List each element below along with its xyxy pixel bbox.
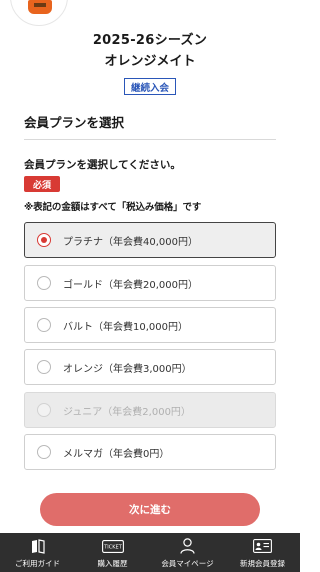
- club-logo-mark: [28, 0, 52, 14]
- radio-icon: [37, 403, 51, 417]
- renewal-badge: 継続入会: [124, 78, 176, 95]
- plan-label: プラチナ（年会費40,000円）: [63, 236, 198, 248]
- ticket-icon: TICKET: [101, 538, 124, 554]
- tab-guide[interactable]: ご利用ガイド: [0, 533, 75, 572]
- plan-option-mailmag[interactable]: メルマガ（年会費0円）: [24, 434, 276, 470]
- plan-label: オレンジ（年会費3,000円）: [63, 363, 192, 375]
- id-card-icon: [252, 538, 274, 554]
- plan-option-platinum[interactable]: プラチナ（年会費40,000円）: [24, 222, 276, 258]
- ticket-icon-text: TICKET: [103, 544, 122, 550]
- club-logo: [10, 0, 68, 26]
- tab-label: ご利用ガイド: [15, 559, 60, 568]
- radio-icon[interactable]: [37, 360, 51, 374]
- tab-purchase-history[interactable]: TICKET 購入履歴: [75, 533, 150, 572]
- plan-option-orange[interactable]: オレンジ（年会費3,000円）: [24, 349, 276, 385]
- tab-member-mypage[interactable]: 会員マイページ: [150, 533, 225, 572]
- required-badge: 必須: [24, 176, 60, 192]
- tab-label: 購入履歴: [97, 559, 128, 568]
- radio-icon[interactable]: [37, 233, 51, 247]
- tab-new-registration[interactable]: 新規会員登録: [225, 533, 300, 572]
- plan-label: ジュニア（年会費2,000円）: [63, 406, 191, 418]
- section-divider: [24, 139, 276, 140]
- member-type-title: オレンジメイト: [104, 54, 196, 69]
- tab-label: 新規会員登録: [240, 559, 285, 568]
- plan-label: メルマガ（年会費0円）: [63, 448, 170, 460]
- radio-icon[interactable]: [37, 276, 51, 290]
- radio-icon[interactable]: [37, 318, 51, 332]
- plan-label: バルト（年会費10,000円）: [63, 321, 188, 333]
- plan-label: ゴールド（年会費20,000円）: [63, 279, 198, 291]
- season-title: 2025-26シーズン: [92, 33, 208, 48]
- person-icon: [177, 538, 199, 554]
- book-icon: [27, 538, 49, 554]
- tax-note: ※表記の金額はすべて「税込み価格」です: [24, 202, 202, 213]
- next-button[interactable]: 次に進む: [40, 493, 260, 526]
- plan-option-junior: ジュニア（年会費2,000円）: [24, 392, 276, 428]
- plan-option-baltic[interactable]: バルト（年会費10,000円）: [24, 307, 276, 343]
- plan-option-gold[interactable]: ゴールド（年会費20,000円）: [24, 265, 276, 301]
- instruction-text: 会員プランを選択してください。: [24, 159, 181, 171]
- bottom-tab-bar: ご利用ガイド TICKET 購入履歴 会員マイページ 新規会員登録: [0, 533, 300, 572]
- radio-icon[interactable]: [37, 445, 51, 459]
- tab-label: 会員マイページ: [161, 559, 214, 568]
- section-title: 会員プランを選択: [24, 115, 125, 130]
